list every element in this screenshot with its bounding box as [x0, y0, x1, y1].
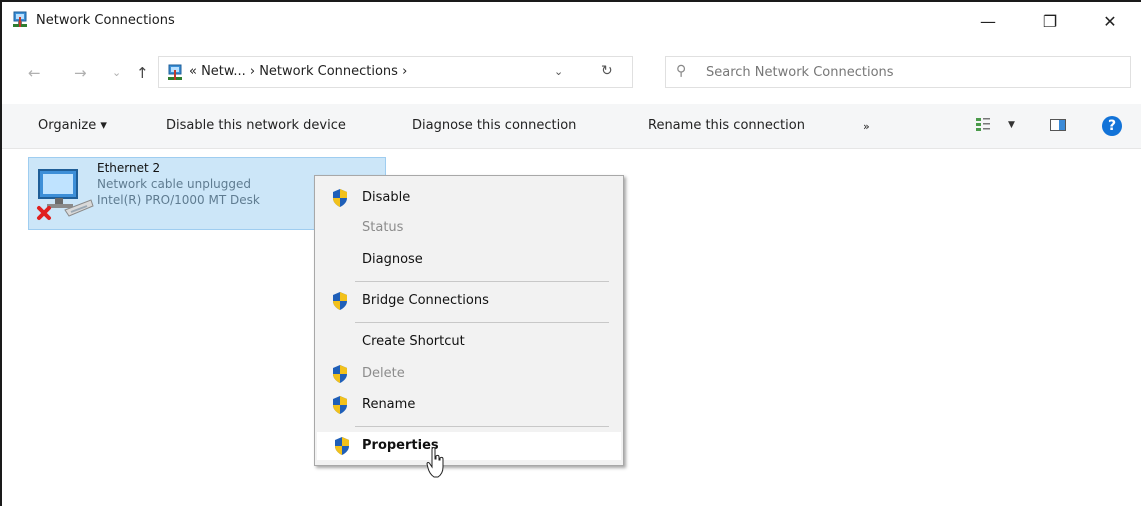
- address-path[interactable]: « Netw... › Network Connections ›: [189, 64, 407, 79]
- window-title: Network Connections: [36, 13, 175, 28]
- search-icon: ⚲: [676, 63, 687, 79]
- menu-item-diagnose[interactable]: Diagnose: [315, 246, 623, 274]
- up-arrow-icon[interactable]: ↑: [136, 64, 149, 82]
- change-view-icon[interactable]: [976, 117, 990, 133]
- help-icon[interactable]: ?: [1102, 116, 1122, 136]
- context-menu: Disable Status Diagnose Bridge Connectio…: [314, 175, 624, 466]
- menu-item-label: Status: [362, 220, 404, 235]
- menu-item-label: Rename: [362, 397, 416, 412]
- title-bar: Network Connections — ❐ ✕: [2, 2, 1141, 40]
- network-folder-icon: [168, 64, 182, 80]
- diagnose-connection-button[interactable]: Diagnose this connection: [412, 118, 576, 133]
- command-bar: Organize ▾ Disable this network device D…: [2, 104, 1141, 149]
- menu-item-delete[interactable]: Delete: [315, 360, 623, 388]
- uac-shield-icon: [333, 396, 347, 414]
- more-commands-button[interactable]: »: [863, 120, 870, 133]
- menu-separator: [355, 281, 609, 282]
- address-dropdown-icon[interactable]: ⌄: [554, 65, 563, 78]
- uac-shield-icon: [333, 189, 347, 207]
- menu-item-properties[interactable]: Properties: [317, 432, 621, 460]
- disable-device-button[interactable]: Disable this network device: [166, 118, 346, 133]
- menu-item-label: Diagnose: [362, 252, 423, 267]
- organize-button[interactable]: Organize ▾: [38, 118, 107, 133]
- preview-pane-icon[interactable]: [1050, 119, 1066, 131]
- view-options-caret-icon[interactable]: ▼: [1008, 120, 1015, 130]
- rename-connection-button[interactable]: Rename this connection: [648, 118, 805, 133]
- menu-separator: [355, 426, 609, 427]
- back-arrow-icon[interactable]: ←: [28, 64, 41, 82]
- menu-item-rename[interactable]: Rename: [315, 391, 623, 419]
- search-box[interactable]: ⚲ Search Network Connections: [665, 56, 1131, 88]
- menu-item-status[interactable]: Status: [315, 214, 623, 242]
- menu-item-create-shortcut[interactable]: Create Shortcut: [315, 328, 623, 356]
- address-bar[interactable]: « Netw... › Network Connections › ⌄ ↻: [158, 56, 633, 88]
- maximize-button[interactable]: ❐: [1027, 2, 1073, 40]
- uac-shield-icon: [335, 437, 349, 455]
- search-input[interactable]: Search Network Connections: [706, 65, 894, 80]
- hand-cursor-icon: [426, 447, 444, 478]
- recent-locations-chevron-icon[interactable]: ⌄: [112, 66, 121, 79]
- menu-item-label: Create Shortcut: [362, 334, 465, 349]
- minimize-button[interactable]: —: [965, 2, 1011, 40]
- uac-shield-icon: [333, 292, 347, 310]
- network-connections-icon: [13, 11, 27, 27]
- connection-name: Ethernet 2: [97, 161, 161, 175]
- menu-item-disable[interactable]: Disable: [315, 184, 623, 212]
- red-x-icon: [37, 206, 51, 220]
- connection-adapter: Intel(R) PRO/1000 MT Desk: [97, 193, 260, 207]
- uac-shield-icon: [333, 365, 347, 383]
- menu-item-label: Disable: [362, 190, 411, 205]
- menu-separator: [355, 322, 609, 323]
- ethernet-adapter-icon: [37, 169, 94, 220]
- menu-item-label: Delete: [362, 366, 405, 381]
- menu-item-bridge-connections[interactable]: Bridge Connections: [315, 287, 623, 315]
- connection-status: Network cable unplugged: [97, 177, 252, 191]
- menu-item-label: Bridge Connections: [362, 293, 489, 308]
- forward-arrow-icon[interactable]: →: [74, 64, 87, 82]
- close-button[interactable]: ✕: [1087, 2, 1133, 40]
- refresh-icon[interactable]: ↻: [601, 63, 613, 79]
